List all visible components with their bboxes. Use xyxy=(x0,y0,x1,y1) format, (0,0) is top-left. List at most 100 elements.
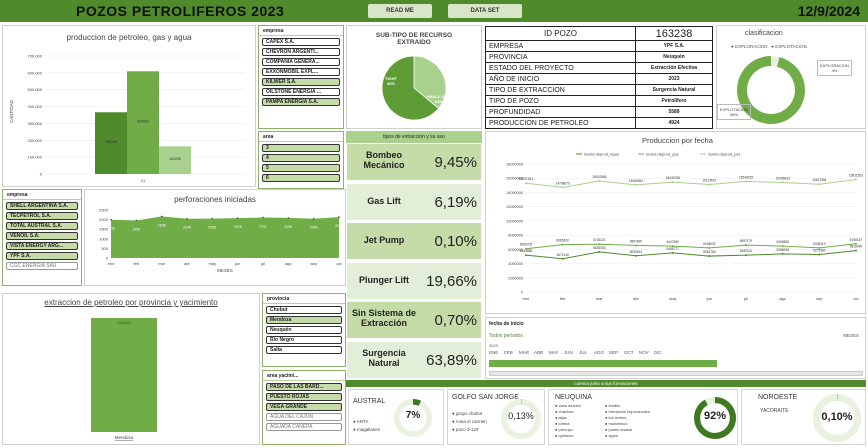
basin-neuquina-item2-1: formación improductiva xyxy=(608,409,650,414)
fecha-point xyxy=(781,245,784,248)
production-chart-panel: produccion de petroleo, gas y agua 0 100.… xyxy=(2,25,256,187)
well-info-row: AÑO DE INICIO 2023 xyxy=(485,73,713,85)
fecha-xtick: ene xyxy=(523,296,530,301)
slicer-chip[interactable]: 6 xyxy=(262,174,340,182)
slicer-chip[interactable]: CHEVRON ARGENTI... xyxy=(262,48,340,56)
timeline-month[interactable]: ENE xyxy=(489,350,498,355)
timeline-month[interactable]: MAR xyxy=(519,350,529,355)
fecha-xtick: mar xyxy=(596,296,604,301)
slicer-chip[interactable]: TECPETROL S.A. xyxy=(6,212,78,220)
fecha-value-label: 15066951 xyxy=(629,179,643,183)
slicer-chip[interactable]: CGC ENERGIA SAU xyxy=(6,262,78,270)
slicer-chip[interactable]: SHELL ARGENTINA S.A. xyxy=(6,202,78,210)
timeline-month[interactable]: NOV xyxy=(639,350,649,355)
slicer-chip[interactable]: VENOIL S.A. xyxy=(6,232,78,240)
fecha-point xyxy=(708,183,711,186)
read-me-button[interactable]: READ ME xyxy=(368,4,432,18)
well-info-value: Neuquén xyxy=(635,51,713,63)
fecha-series-line xyxy=(525,179,857,188)
slicer-chip[interactable]: PUESTO ROJAS xyxy=(266,393,342,401)
slicer-chip[interactable]: PASO DE LAS BARD... xyxy=(266,383,342,391)
slicer-chip[interactable]: Río Negro xyxy=(266,336,342,344)
fecha-value-label: 6083705 xyxy=(520,243,533,247)
slicer-chip[interactable]: Chubut xyxy=(266,306,342,314)
slicer-chip[interactable]: 5 xyxy=(262,164,340,172)
prod-ylabel: CANTIDAD xyxy=(9,99,14,123)
extraction-type-value: 0,10% xyxy=(434,233,477,250)
well-info-row: PROVINCIA Neuquén xyxy=(485,51,713,63)
basin-austral-name: AUSTRAL xyxy=(353,398,386,405)
slicer-chip[interactable]: VEGA GRANDE xyxy=(266,403,342,411)
timeline-scrollbar[interactable] xyxy=(489,371,863,376)
timeline-month[interactable]: DIC xyxy=(654,350,662,355)
timeline-month[interactable]: MAY xyxy=(549,350,558,355)
slicer-chip[interactable]: PAMPA ENERGIA S.A. xyxy=(262,98,340,106)
fecha-point xyxy=(708,246,711,249)
timeline-month[interactable]: OCT xyxy=(624,350,634,355)
fecha-point xyxy=(671,181,674,184)
slicer-chip[interactable]: OILSTONE ENERGIA ... xyxy=(262,88,340,96)
fecha-value-label: 6597179 xyxy=(740,239,753,243)
fecha-value-label: 6557820 xyxy=(630,239,643,243)
fecha-value-label: 5182101 xyxy=(740,249,753,253)
perf-value-label: 2090 xyxy=(284,225,292,229)
basin-austral-items: ● ANTA ● magallanes xyxy=(353,419,380,432)
fecha-legend-label: Suma deprod_pet xyxy=(708,152,741,157)
slicer-chip[interactable]: KILWER S.A. xyxy=(262,78,340,86)
slicer-chip[interactable]: COMPAÑIA GENERA... xyxy=(262,58,340,66)
slicer-chip[interactable]: Salta xyxy=(266,346,342,354)
well-info-row: PRODUCCION DE PETROLEO 4924 xyxy=(485,117,713,129)
slicer-chip[interactable]: EXXONMOBIL EXPL... xyxy=(262,68,340,76)
prod-ytick: 600.000 xyxy=(28,70,43,75)
slicer-chip[interactable]: TOTAL AUSTRAL S.A. xyxy=(6,222,78,230)
basin-noroeste-name: NOROESTE xyxy=(758,394,798,401)
fecha-point xyxy=(525,254,527,257)
timeline-selected-range[interactable] xyxy=(489,360,717,367)
slicer-chip[interactable]: 4 xyxy=(262,154,340,162)
slicer-chip[interactable]: AGUA DEL CAJON xyxy=(266,413,342,421)
fecha-value-label: 15297451 xyxy=(519,177,533,181)
subtype-title: SUB-TIPO DE RECURSO EXTRAIDO xyxy=(375,32,453,46)
fecha-point xyxy=(708,255,711,258)
fecha-point xyxy=(598,179,601,182)
fecha-point xyxy=(855,242,857,245)
timeline-all-periods[interactable]: Todos periodos xyxy=(489,333,523,339)
production-by-date-panel: Produccion por fecha 0 2000000 4000000 6000… xyxy=(485,131,866,314)
empresa-slicer-2: empresa SHELL ARGENTINA S.A. TECPETROL S.… xyxy=(2,189,82,286)
timeline-month[interactable]: JUL xyxy=(579,350,587,355)
perf-value-label: 1995 xyxy=(107,227,115,231)
timeline-month[interactable]: AGO xyxy=(594,350,604,355)
provincia-slicer-header: provincia xyxy=(263,294,345,304)
slicer-chip[interactable]: VISTA ENERGY ARG... xyxy=(6,242,78,250)
well-info-label: PROFUNDIDAD xyxy=(485,106,636,118)
timeline-unit[interactable]: MESES xyxy=(843,333,859,338)
fecha-value-label: 15811553 xyxy=(849,174,863,178)
fecha-ytick: 12000000 xyxy=(506,205,523,209)
timeline-month[interactable]: FEB xyxy=(504,350,513,355)
well-info-value: 2023 xyxy=(635,73,713,85)
slicer-chip[interactable]: 3 xyxy=(262,144,340,152)
timeline-month[interactable]: ABR xyxy=(534,350,543,355)
slicer-chip[interactable]: YPF S.A. xyxy=(6,252,78,260)
fecha-value-label: 14708679 xyxy=(556,181,570,185)
slicer-chip[interactable]: Neuquén xyxy=(266,326,342,334)
slicer-chip[interactable]: Mendoza xyxy=(266,316,342,324)
classification-slice xyxy=(770,56,780,67)
slicer-chip[interactable]: CAPEX S.A. xyxy=(262,38,340,46)
data-set-button[interactable]: DATA SET xyxy=(448,4,522,18)
well-info-label: AÑO DE INICIO xyxy=(485,73,636,85)
slicer-chip[interactable]: AGUADA CÁNEPA xyxy=(266,423,342,431)
prod-ytick: 500.000 xyxy=(28,87,43,92)
fecha-point xyxy=(855,178,857,181)
perf-xtick: oct xyxy=(336,261,342,266)
area-slicer-list: 3 4 5 6 xyxy=(259,144,343,182)
basin-neuquina-item2-4: punta rosada xyxy=(608,427,632,432)
prod-bar-label: 164200 xyxy=(169,157,181,161)
fecha-series-line xyxy=(525,250,857,260)
timeline-month[interactable]: JUN xyxy=(564,350,573,355)
timeline-month[interactable]: SEP xyxy=(609,350,618,355)
well-info-label: PRODUCCION DE PETROLEO xyxy=(485,117,636,129)
prod-bar-label: 609560 xyxy=(137,120,149,124)
fecha-xtick: abr xyxy=(633,296,639,301)
perf-xtick: ene xyxy=(108,261,115,266)
